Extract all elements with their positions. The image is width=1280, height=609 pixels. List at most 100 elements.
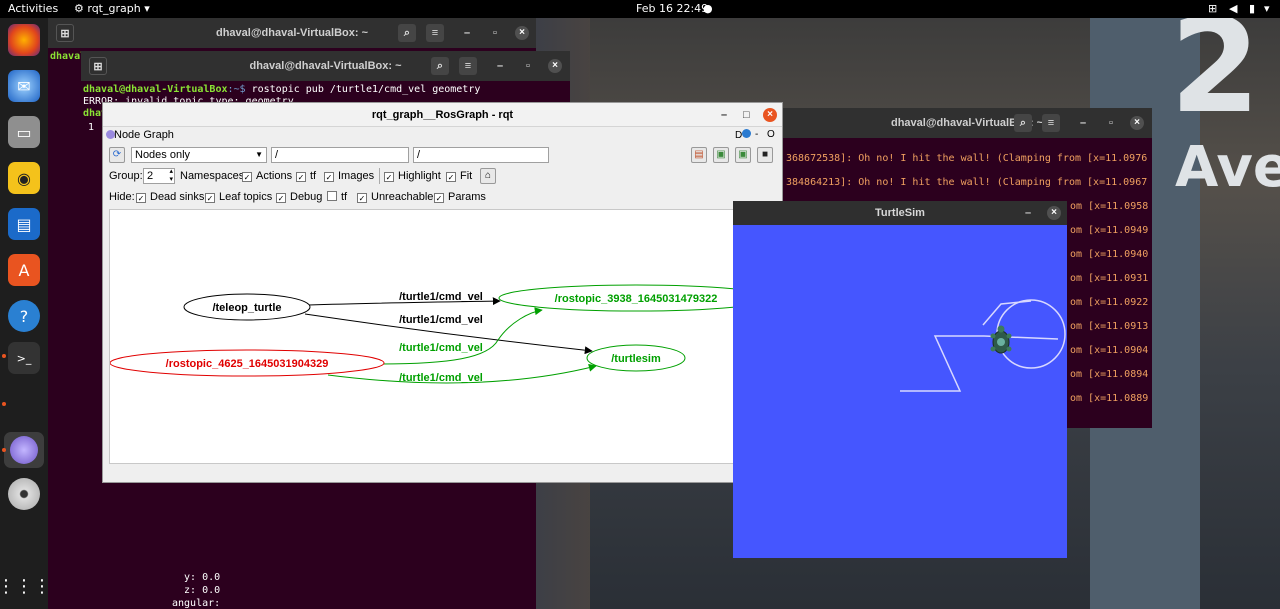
checkbox-label: Fit: [460, 170, 473, 182]
menu-icon[interactable]: ≡: [426, 24, 444, 42]
running-indicator: [2, 402, 6, 406]
help-icon[interactable]: ?: [8, 300, 40, 332]
check-icon: ✓: [242, 172, 252, 182]
spin-arrows-icon[interactable]: ▴ ▾: [169, 168, 173, 184]
plugin-hide-button[interactable]: -: [755, 129, 758, 140]
minimize-icon[interactable]: –: [491, 57, 509, 75]
checkbox-unreachable[interactable]: ✓ Unreachable: [357, 191, 433, 203]
terminal-log-line: om [x=11.0922: [1070, 297, 1149, 308]
terminal-text: y: 0.0: [172, 572, 221, 583]
wallpaper-sign-word: Ave: [1175, 135, 1280, 200]
group-value: 2: [147, 170, 154, 182]
close-icon[interactable]: ×: [1130, 116, 1144, 130]
checkbox-label: tf: [341, 191, 348, 203]
maximize-icon[interactable]: ▫: [519, 57, 537, 75]
checkbox-label: Params: [448, 191, 486, 203]
new-tab-icon[interactable]: ⊞: [56, 24, 74, 42]
search-icon[interactable]: ⌕: [1014, 114, 1032, 132]
minimize-icon[interactable]: –: [1025, 201, 1031, 225]
network-icon[interactable]: ⊞: [1208, 2, 1217, 15]
maximize-icon[interactable]: □: [743, 103, 750, 127]
plugin-close-button[interactable]: O: [767, 129, 775, 140]
show-apps-icon[interactable]: ⋮⋮⋮: [0, 570, 51, 602]
load-dot-icon[interactable]: ▤: [691, 147, 707, 163]
node-graph[interactable]: /teleop_turtle /rostopic_3938_1645031479…: [110, 210, 776, 464]
check-icon: ✓: [276, 193, 286, 203]
unchecked-box-icon: [327, 191, 337, 201]
checkbox-highlight[interactable]: ✓ Highlight: [384, 170, 441, 182]
terminal-text: z: 0.0: [172, 585, 221, 596]
group-spinbox[interactable]: 2 ▴ ▾: [143, 168, 175, 184]
close-icon[interactable]: ×: [1047, 206, 1061, 220]
disc-icon[interactable]: [8, 478, 40, 510]
thunderbird-icon[interactable]: ✉: [8, 70, 40, 102]
checkbox-label: Debug: [290, 191, 323, 203]
close-icon[interactable]: ×: [515, 26, 529, 40]
rqt-window[interactable]: rqt_graph__RosGraph - rqt – □ × Node Gra…: [102, 102, 783, 483]
volume-icon[interactable]: ◀: [1229, 2, 1237, 15]
turtlesim-window[interactable]: TurtleSim – ×: [733, 201, 1067, 558]
check-icon: ✓: [136, 193, 146, 203]
terminal-text: angular:: [172, 598, 221, 609]
checkbox-tf-hide[interactable]: tf: [327, 191, 347, 203]
files-icon[interactable]: ▭: [8, 116, 40, 148]
checkbox-debug[interactable]: ✓ Debug: [276, 191, 322, 203]
terminal-titlebar[interactable]: dhaval@dhaval-VirtualBox: ~ ⊞ ⌕ ≡ – ▫ ×: [48, 18, 536, 48]
rqt-titlebar[interactable]: rqt_graph__RosGraph - rqt – □ ×: [103, 103, 782, 127]
battery-icon[interactable]: ▮: [1249, 2, 1255, 15]
turtlesim-titlebar[interactable]: TurtleSim – ×: [733, 201, 1067, 225]
firefox-icon[interactable]: [8, 24, 40, 56]
running-indicator: [2, 448, 6, 452]
minimize-icon[interactable]: –: [721, 103, 727, 127]
terminal-log-line: 368672538]: Oh no! I hit the wall! (Clam…: [786, 153, 1148, 164]
check-icon: ✓: [446, 172, 456, 182]
terminal-titlebar[interactable]: dhaval@dhaval-VirtualBox: ~ ⌕ ≡ – ▫ ×: [782, 108, 1152, 138]
terminal-command: rostopic pub /turtle1/cmd_vel geometry: [251, 84, 481, 95]
minimize-icon[interactable]: –: [458, 24, 476, 42]
software-center-icon[interactable]: A: [8, 254, 40, 286]
checkbox-leaf-topics[interactable]: ✓ Leaf topics: [205, 191, 272, 203]
terminal-log-line: om [x=11.0894: [1070, 369, 1149, 380]
writer-icon[interactable]: ▤: [8, 208, 40, 240]
checkbox-images[interactable]: ✓ Images: [324, 170, 374, 182]
menu-icon[interactable]: ≡: [1042, 114, 1060, 132]
menu-icon[interactable]: ≡: [459, 57, 477, 75]
namespace-filter-input[interactable]: /: [271, 147, 409, 163]
nodes-filter-value: Nodes only: [135, 149, 191, 161]
new-tab-icon[interactable]: ⊞: [89, 57, 107, 75]
save-image-icon[interactable]: ■: [757, 147, 773, 163]
checkbox-fit[interactable]: ✓ Fit: [446, 170, 472, 182]
activities-button[interactable]: Activities: [8, 2, 58, 15]
checkbox-actions[interactable]: ✓ Actions: [242, 170, 292, 182]
app-menu[interactable]: ⚙ rqt_graph ▾: [74, 2, 150, 15]
maximize-icon[interactable]: ▫: [486, 24, 504, 42]
rhythmbox-icon[interactable]: ◉: [8, 162, 40, 194]
topic-filter-input[interactable]: /: [413, 147, 549, 163]
graph-edge-label: /turtle1/cmd_vel: [399, 291, 483, 303]
system-menu-icon[interactable]: ▾: [1264, 2, 1270, 15]
checkbox-label: Dead sinks: [150, 191, 205, 203]
checkbox-label: Highlight: [398, 170, 441, 182]
checkbox-namespaces[interactable]: Namespaces: [180, 170, 244, 182]
clock[interactable]: Feb 16 22:49: [636, 2, 708, 15]
plugin-help-button[interactable]: D: [735, 129, 752, 141]
node-graph-canvas[interactable]: /teleop_turtle /rostopic_3938_1645031479…: [109, 209, 776, 464]
minimize-icon[interactable]: –: [1074, 114, 1092, 132]
close-icon[interactable]: ×: [763, 108, 777, 122]
terminal-titlebar[interactable]: dhaval@dhaval-VirtualBox: ~ ⊞ ⌕ ≡ – ▫ ×: [81, 51, 570, 81]
save-svg-icon[interactable]: ▣: [735, 147, 751, 163]
checkbox-tf[interactable]: ✓ tf: [296, 170, 316, 182]
search-icon[interactable]: ⌕: [398, 24, 416, 42]
refresh-button[interactable]: ⟳: [109, 147, 125, 163]
checkbox-dead-sinks[interactable]: ✓ Dead sinks: [136, 191, 204, 203]
fit-view-button[interactable]: ⌂: [480, 168, 496, 184]
wallpaper-sign-number: 2: [1170, 0, 1261, 142]
close-icon[interactable]: ×: [548, 59, 562, 73]
save-dot-icon[interactable]: ▣: [713, 147, 729, 163]
turtlesim-title: TurtleSim: [875, 207, 925, 219]
maximize-icon[interactable]: ▫: [1102, 114, 1120, 132]
search-icon[interactable]: ⌕: [431, 57, 449, 75]
checkbox-params[interactable]: ✓ Params: [434, 191, 486, 203]
terminal-icon[interactable]: >_: [8, 342, 40, 374]
nodes-filter-select[interactable]: Nodes only ▼: [131, 147, 267, 163]
